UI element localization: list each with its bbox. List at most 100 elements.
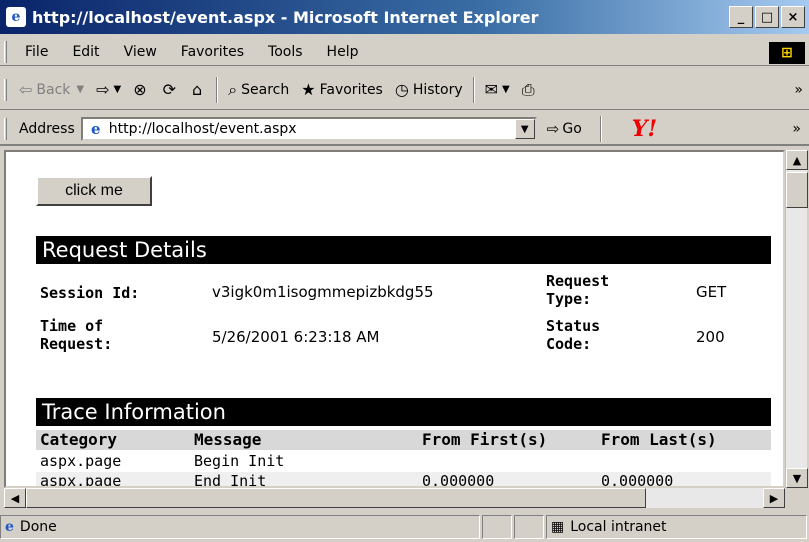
row-from-last: 0.000000	[601, 472, 674, 488]
status-bar: e Done ▦ Local intranet	[0, 512, 809, 542]
column-from-first: From First(s)	[422, 430, 548, 449]
history-label: History	[412, 81, 463, 98]
row-category: aspx.page	[40, 452, 122, 470]
column-from-last: From Last(s)	[601, 430, 717, 449]
intranet-icon: ▦	[551, 519, 565, 535]
standard-toolbar: ⇦ Back ▼ ⇨ ▼ ⊗ ⟳ ⌂ ⌕ Search ★ Favorites …	[0, 70, 809, 110]
row-category: aspx.page	[40, 472, 122, 488]
row-message: End Init	[194, 472, 267, 488]
chevrons-right-icon: »	[794, 81, 803, 98]
history-button[interactable]: ◷ History	[389, 80, 469, 99]
chevron-down-icon[interactable]: ▼	[114, 84, 122, 95]
stop-button[interactable]: ⊗	[127, 80, 156, 99]
chevron-down-icon[interactable]: ▼	[76, 84, 84, 95]
search-label: Search	[241, 81, 290, 98]
scroll-down-icon[interactable]: ▼	[786, 468, 808, 488]
home-button[interactable]: ⌂	[186, 80, 212, 99]
column-category: Category	[40, 430, 118, 449]
status-text-panel: e Done	[0, 515, 480, 539]
menu-bar: File Edit View Favorites Tools Help	[0, 38, 809, 66]
request-type-value: GET	[696, 283, 727, 301]
ie-logo-icon: e	[6, 7, 26, 27]
search-button[interactable]: ⌕ Search	[222, 80, 295, 100]
status-code-value: 200	[696, 328, 725, 346]
status-panel-empty	[482, 515, 512, 539]
toolbar-separator	[599, 116, 602, 142]
favorites-button[interactable]: ★ Favorites	[295, 80, 389, 99]
scroll-up-icon[interactable]: ▲	[786, 150, 808, 170]
scrollbar-corner	[785, 488, 807, 508]
scroll-right-icon[interactable]: ▶	[763, 488, 785, 508]
address-url: http://localhost/event.aspx	[108, 121, 297, 137]
menu-grip[interactable]	[4, 40, 7, 63]
menu-view[interactable]: View	[112, 44, 169, 60]
go-label: Go	[562, 121, 582, 137]
time-of-request-value: 5/26/2001 6:23:18 AM	[212, 328, 380, 346]
print-button[interactable]: ⎙	[516, 80, 545, 100]
click-me-button[interactable]: click me	[36, 176, 152, 206]
refresh-button[interactable]: ⟳	[157, 80, 186, 99]
row-message: Begin Init	[194, 452, 285, 470]
windows-logo-icon: ⊞	[769, 42, 805, 64]
session-id-value: v3igk0m1isogmmepizbkdg55	[212, 283, 434, 301]
window-title: http://localhost/event.aspx - Microsoft …	[32, 7, 539, 27]
browser-window: e http://localhost/event.aspx - Microsof…	[0, 0, 809, 542]
back-arrow-icon: ⇦	[19, 80, 33, 99]
horizontal-scrollbar[interactable]: ◀ ▶	[4, 488, 785, 508]
go-button[interactable]: ⇨ Go	[547, 120, 582, 138]
toolbar-overflow-button[interactable]: »	[788, 82, 809, 98]
column-message: Message	[194, 430, 262, 449]
title-bar[interactable]: e http://localhost/event.aspx - Microsof…	[0, 0, 809, 34]
mail-icon: ✉	[484, 80, 499, 99]
row-from-first: 0.000000	[422, 472, 495, 488]
address-grip[interactable]	[4, 118, 7, 140]
go-arrow-icon: ⇨	[546, 120, 560, 138]
forward-button[interactable]: ⇨ ▼	[90, 80, 127, 99]
horizontal-scroll-thumb[interactable]	[26, 488, 646, 508]
page-icon: e	[90, 120, 101, 138]
forward-arrow-icon: ⇨	[96, 80, 110, 99]
trace-information-heading: Trace Information	[36, 398, 771, 426]
home-icon: ⌂	[192, 80, 203, 99]
back-button[interactable]: ⇦ Back ▼	[13, 80, 90, 99]
refresh-icon: ⟳	[162, 80, 177, 99]
print-icon: ⎙	[521, 79, 535, 99]
close-button[interactable]: ×	[781, 6, 805, 28]
toolbar-grip[interactable]	[4, 78, 7, 101]
menu-tools[interactable]: Tools	[256, 44, 315, 60]
favorites-icon: ★	[301, 80, 316, 99]
status-code-label: Status Code:	[546, 317, 601, 353]
menu-favorites[interactable]: Favorites	[169, 44, 256, 60]
chevrons-right-icon[interactable]: »	[792, 121, 801, 137]
request-type-label: Request Type:	[546, 272, 610, 308]
minimize-button[interactable]: _	[729, 6, 753, 28]
address-bar: Address e http://localhost/event.aspx ▼ …	[0, 114, 809, 146]
vertical-scroll-thumb[interactable]	[786, 172, 808, 208]
status-text: Done	[19, 519, 57, 535]
mail-button[interactable]: ✉ ▼	[479, 80, 516, 99]
menu-edit[interactable]: Edit	[60, 44, 111, 60]
scroll-left-icon[interactable]: ◀	[4, 488, 26, 508]
vertical-scrollbar[interactable]: ▲ ▼	[785, 150, 808, 488]
session-id-label: Session Id:	[40, 284, 140, 302]
trace-table-header: Category Message From First(s) From Last…	[36, 430, 771, 450]
stop-icon: ⊗	[133, 80, 147, 99]
toolbar-separator	[472, 76, 475, 103]
table-row: aspx.page End Init 0.000000 0.000000	[36, 472, 771, 488]
table-row: aspx.page Begin Init	[36, 452, 771, 472]
request-details-heading: Request Details	[36, 236, 771, 264]
zone-text: Local intranet	[570, 519, 667, 535]
zone-panel: ▦ Local intranet	[546, 515, 807, 539]
menu-file[interactable]: File	[13, 44, 60, 60]
search-icon: ⌕	[228, 79, 238, 99]
page-content: click me Request Details Session Id: v3i…	[4, 150, 785, 488]
history-icon: ◷	[394, 80, 409, 99]
address-input[interactable]: e http://localhost/event.aspx ▼	[80, 117, 537, 141]
time-of-request-label: Time of Request:	[40, 317, 113, 353]
menu-help[interactable]: Help	[315, 44, 371, 60]
maximize-button[interactable]: □	[755, 6, 779, 28]
yahoo-logo-icon[interactable]: Y!	[632, 116, 657, 142]
chevron-down-icon[interactable]: ▼	[502, 84, 510, 95]
address-dropdown-button[interactable]: ▼	[514, 119, 535, 139]
status-panel-empty	[514, 515, 544, 539]
